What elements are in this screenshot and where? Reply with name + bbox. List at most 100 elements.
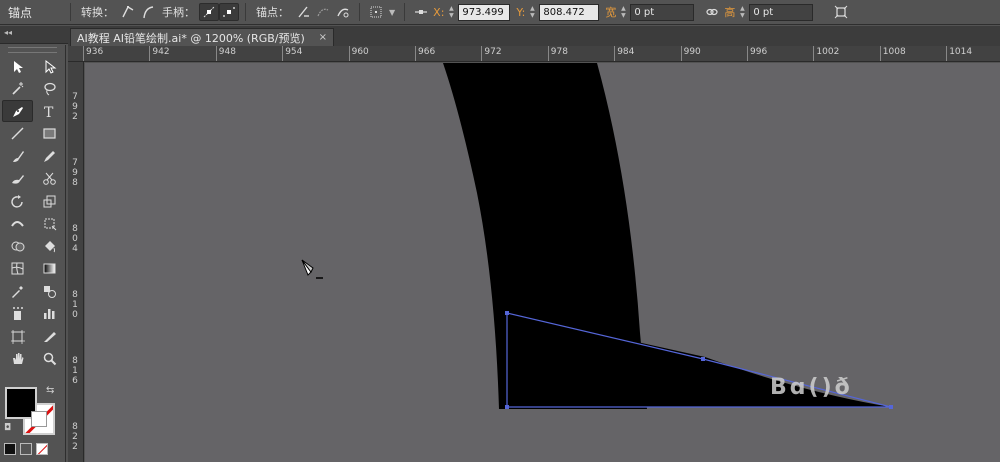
- y-spinner[interactable]: ▲ ▼: [527, 3, 537, 21]
- height-input[interactable]: [749, 3, 814, 21]
- live-paint-bucket-tool-button[interactable]: [35, 235, 66, 257]
- ruler-tick-label: 984: [617, 47, 635, 57]
- ruler-tick: [879, 46, 881, 61]
- tool-row: [0, 235, 65, 258]
- color-mode-button[interactable]: [4, 443, 16, 455]
- separator: [404, 3, 406, 21]
- fill-stroke-widget: ⇆ ◘: [4, 385, 60, 435]
- eyedropper-tool-button[interactable]: [2, 280, 33, 302]
- isolate-object-button[interactable]: [831, 3, 851, 21]
- height-label: 高: [724, 6, 736, 19]
- none-mode-button[interactable]: [36, 443, 48, 455]
- vertical-ruler[interactable]: 792 798 804 810 816 822: [68, 62, 84, 462]
- convert-to-smooth-button[interactable]: [138, 3, 158, 21]
- free-transform-tool-button[interactable]: [35, 213, 66, 235]
- ruler-tick: [481, 46, 483, 61]
- ruler-tick-label: 954: [285, 47, 303, 57]
- up-arrow-icon[interactable]: ▲: [621, 5, 626, 12]
- mesh-tool-button[interactable]: [2, 258, 33, 280]
- paintbrush-tool-button[interactable]: [2, 145, 33, 167]
- shape-builder-tool-icon: [11, 241, 25, 251]
- gradient-tool-button[interactable]: [35, 258, 66, 280]
- live-paint-bucket-tool-icon: [45, 240, 56, 252]
- down-arrow-icon[interactable]: ▼: [449, 12, 454, 19]
- ruler-tick-label: 966: [418, 47, 436, 57]
- horizontal-ruler[interactable]: 936 942 948 954 960 966 972 978 984 990 996 1002 100…: [68, 46, 1000, 62]
- direct-selection-tool-icon: [45, 59, 57, 74]
- zoom-tool-button[interactable]: [35, 348, 66, 370]
- remove-anchor-button[interactable]: [293, 3, 313, 21]
- x-spinner[interactable]: ▲ ▼: [446, 3, 456, 21]
- toolbox-collapse-handle[interactable]: ◂◂: [0, 26, 68, 44]
- down-arrow-icon[interactable]: ▼: [621, 12, 626, 19]
- close-icon[interactable]: ×: [319, 32, 327, 43]
- hand-tool-button[interactable]: [2, 348, 33, 370]
- line-segment-tool-button[interactable]: [2, 123, 33, 145]
- symbol-sprayer-tool-button[interactable]: [2, 303, 33, 325]
- artboard-canvas[interactable]: Bɑ()ð: [85, 63, 1000, 462]
- constrain-proportions-button[interactable]: [702, 3, 722, 21]
- hide-handles-button[interactable]: [219, 3, 239, 21]
- ruler-tick-label: 978: [550, 47, 568, 57]
- anchor-point: [889, 405, 893, 409]
- swap-fill-stroke-icon[interactable]: ⇆: [46, 385, 54, 396]
- selection-tool-button[interactable]: [2, 55, 33, 77]
- separator: [359, 3, 360, 21]
- blend-tool-button[interactable]: [35, 280, 66, 302]
- artboard-tool-button[interactable]: [2, 325, 33, 347]
- gradient-tool-icon: [43, 263, 56, 274]
- ruler-tick: [348, 46, 350, 61]
- tool-row: [0, 190, 65, 213]
- down-arrow-icon[interactable]: ▼: [740, 12, 745, 19]
- scissors-tool-icon: [43, 172, 57, 185]
- convert-corner-icon: [122, 6, 134, 18]
- ruler-tick: [946, 46, 948, 61]
- show-handles-button[interactable]: [199, 3, 219, 21]
- pen-tool-button[interactable]: [2, 100, 33, 122]
- pen-tool-icon: [12, 106, 23, 117]
- width-tool-button[interactable]: [2, 213, 33, 235]
- select-similar-button[interactable]: [366, 3, 386, 21]
- connect-anchors-button[interactable]: [313, 3, 333, 21]
- up-arrow-icon[interactable]: ▲: [530, 5, 535, 12]
- separator: [245, 3, 246, 21]
- default-fill-stroke-icon[interactable]: ◘: [4, 423, 11, 433]
- width-spinner[interactable]: ▲ ▼: [618, 3, 628, 21]
- ruler-tick-label: 1014: [949, 47, 973, 57]
- cut-path-button[interactable]: [333, 3, 353, 21]
- ruler-tick: [680, 46, 682, 61]
- convert-to-corner-button[interactable]: [118, 3, 138, 21]
- width-input[interactable]: [630, 3, 695, 21]
- cut-path-icon: [337, 8, 349, 18]
- chevron-down-icon[interactable]: ▼: [389, 8, 395, 17]
- y-coordinate-input[interactable]: [539, 3, 600, 21]
- type-tool-button[interactable]: T: [35, 100, 65, 122]
- pencil-tool-button[interactable]: [35, 145, 66, 167]
- height-spinner[interactable]: ▲ ▼: [737, 3, 747, 21]
- toolbox-grip[interactable]: [8, 47, 57, 53]
- rotate-tool-button[interactable]: [2, 190, 33, 212]
- select-similar-icon: [370, 6, 382, 18]
- scale-tool-button[interactable]: [35, 190, 66, 212]
- column-graph-tool-button[interactable]: [35, 303, 66, 325]
- ruler-tick-label: 972: [484, 47, 502, 57]
- down-arrow-icon[interactable]: ▼: [530, 12, 535, 19]
- scissors-tool-button[interactable]: [35, 168, 66, 190]
- up-arrow-icon[interactable]: ▲: [449, 5, 454, 12]
- link-icon: [706, 8, 718, 16]
- reference-point-button[interactable]: [411, 3, 431, 21]
- document-tab[interactable]: AI教程 AI铅笔绘制.ai* @ 1200% (RGB/预览) ×: [70, 28, 334, 46]
- tool-row: [0, 123, 65, 146]
- shape-builder-tool-button[interactable]: [2, 235, 33, 257]
- up-arrow-icon[interactable]: ▲: [740, 5, 745, 12]
- direct-selection-tool-button[interactable]: [35, 55, 66, 77]
- magic-wand-tool-button[interactable]: [2, 78, 33, 100]
- x-coordinate-input[interactable]: [458, 3, 511, 21]
- anchor-point: [701, 357, 705, 361]
- ruler-tick: [747, 46, 748, 61]
- rectangle-tool-button[interactable]: [35, 123, 66, 145]
- lasso-tool-button[interactable]: [35, 78, 66, 100]
- blob-brush-tool-button[interactable]: [2, 168, 33, 190]
- gradient-mode-button[interactable]: [20, 443, 32, 455]
- slice-tool-button[interactable]: [35, 325, 66, 347]
